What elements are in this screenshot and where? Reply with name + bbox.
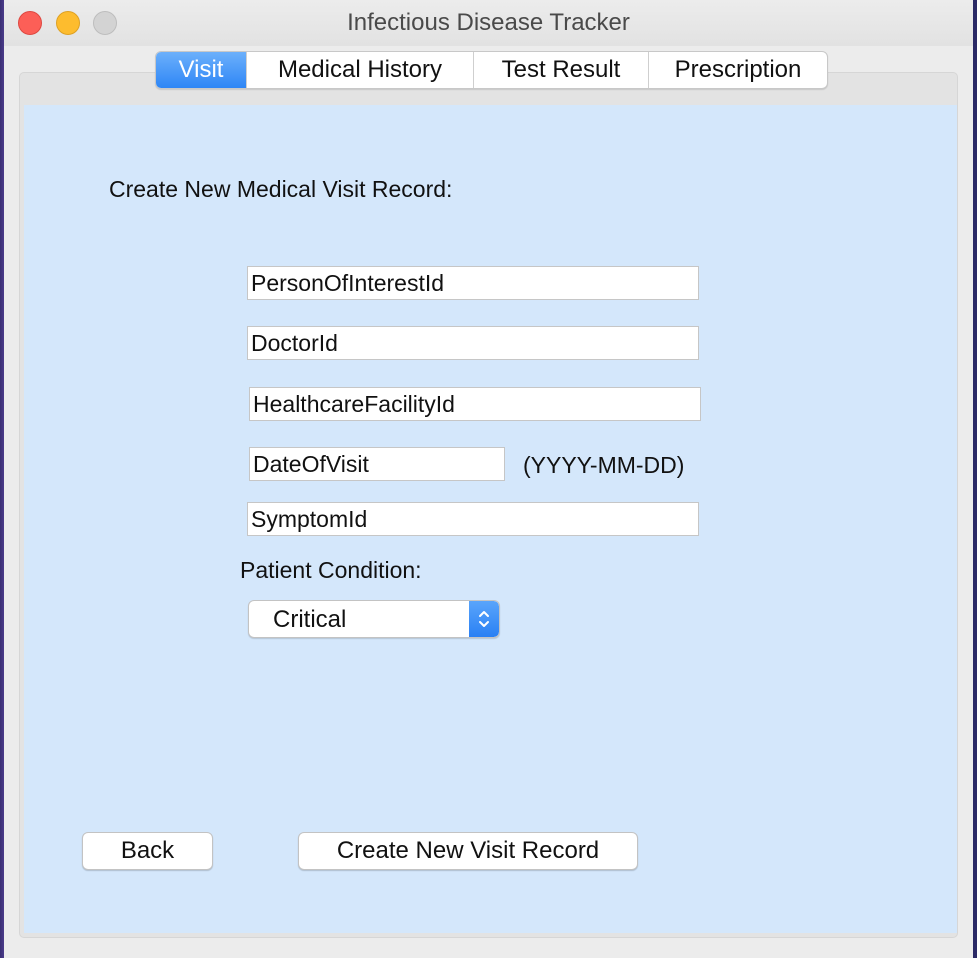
app-window: Infectious Disease Tracker Visit Medical… [4, 0, 973, 954]
up-down-chevron-icon [469, 601, 499, 637]
tab-bar: Visit Medical History Test Result Prescr… [155, 51, 828, 89]
symptom-id-field[interactable] [247, 502, 699, 536]
tab-test-result[interactable]: Test Result [474, 52, 649, 88]
doctor-id-field[interactable] [247, 326, 699, 360]
form-heading: Create New Medical Visit Record: [109, 176, 453, 202]
patient-condition-label: Patient Condition: [240, 557, 422, 583]
healthcare-facility-id-field[interactable] [249, 387, 701, 421]
date-of-visit-field[interactable] [249, 447, 505, 481]
back-button[interactable]: Back [82, 832, 213, 870]
window-title: Infectious Disease Tracker [347, 9, 630, 36]
tab-prescription[interactable]: Prescription [649, 52, 827, 88]
tab-visit[interactable]: Visit [156, 52, 247, 88]
person-of-interest-id-field[interactable] [247, 266, 699, 300]
patient-condition-value: Critical [273, 606, 347, 633]
date-format-hint: (YYYY-MM-DD) [523, 452, 685, 478]
create-visit-record-button[interactable]: Create New Visit Record [298, 832, 638, 870]
tab-medical-history[interactable]: Medical History [247, 52, 474, 88]
title-bar[interactable]: Infectious Disease Tracker [4, 0, 973, 46]
patient-condition-select[interactable]: Critical [248, 600, 500, 638]
